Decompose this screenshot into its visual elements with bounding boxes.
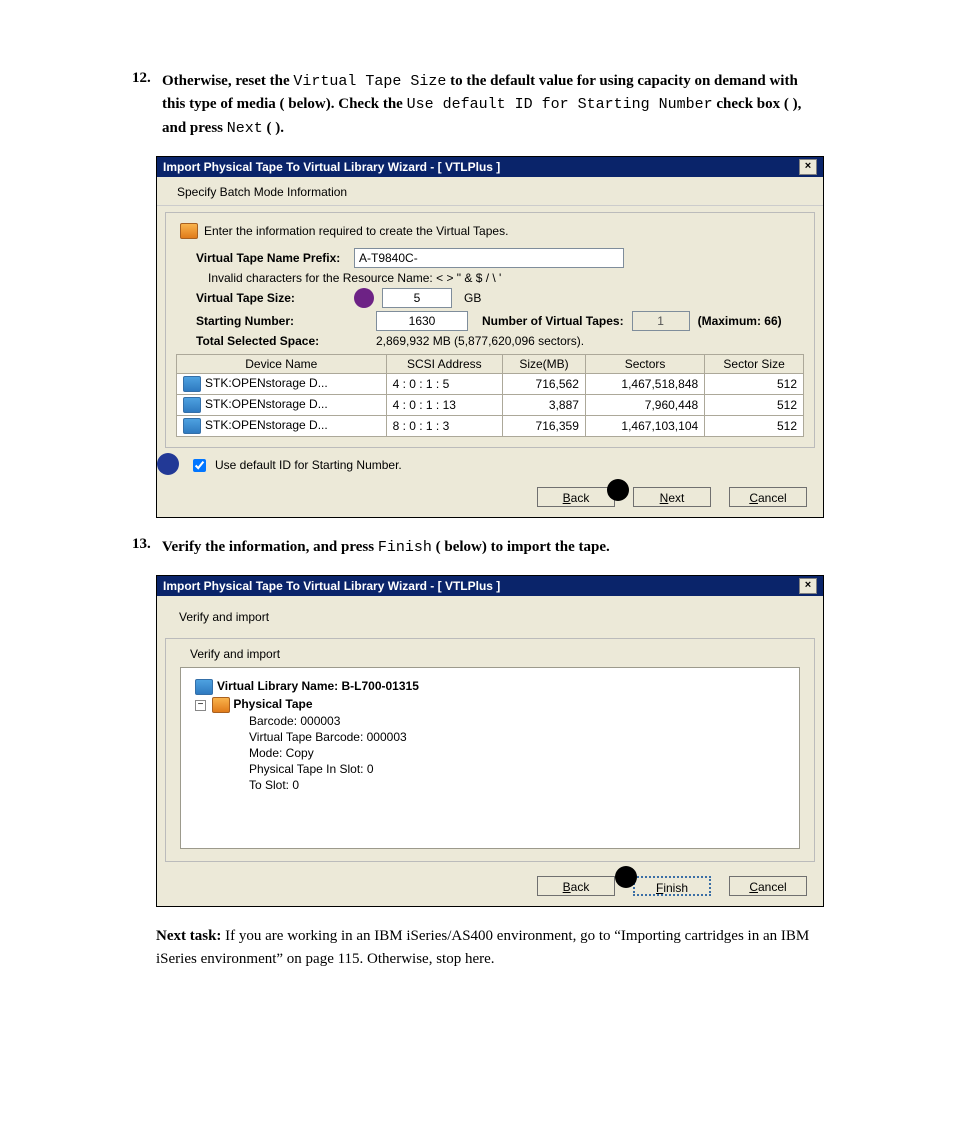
step-13: 13. Verify the information, and press Fi…	[162, 536, 824, 559]
invalid-chars: Invalid characters for the Resource Name…	[208, 271, 786, 285]
tree-item[interactable]: To Slot: 0	[249, 777, 785, 793]
next-button[interactable]: Next	[633, 487, 711, 507]
size-input[interactable]	[382, 288, 452, 308]
table-row[interactable]: STK:OPENstorage D...4 : 0 : 1 : 133,8877…	[177, 394, 804, 415]
numvt-input	[632, 311, 690, 331]
tree[interactable]: Virtual Library Name: B-L700-01315 − Phy…	[180, 667, 800, 849]
prefix-row: Virtual Tape Name Prefix:	[196, 248, 784, 268]
finish-callout-icon	[615, 866, 637, 888]
col-size[interactable]: Size(MB)	[503, 354, 586, 373]
size-row: Virtual Tape Size: GB	[196, 288, 784, 308]
step-12: 12. Otherwise, reset the Virtual Tape Si…	[162, 70, 824, 140]
cancel-button[interactable]: Cancel	[729, 876, 807, 896]
verify-inner-header: Verify and import	[190, 647, 798, 661]
checkbox-row: Use default ID for Starting Number.	[161, 456, 819, 475]
checkbox-label: Use default ID for Starting Number.	[215, 458, 402, 472]
collapse-icon[interactable]: −	[195, 700, 206, 711]
next-task-label: Next task:	[156, 928, 221, 944]
verify-panel: Verify and import Virtual Library Name: …	[165, 638, 815, 862]
col-sector-size[interactable]: Sector Size	[705, 354, 804, 373]
tape-icon	[212, 697, 230, 713]
next-callout-icon	[607, 479, 629, 501]
page-container: 12. Otherwise, reset the Virtual Tape Si…	[0, 0, 954, 972]
tree-item[interactable]: Mode: Copy	[249, 745, 785, 761]
space-value: 2,869,932 MB (5,877,620,096 sectors).	[376, 334, 584, 348]
step-body: Verify the information, and press Finish…	[162, 536, 824, 559]
wizard-dialog-verify: Import Physical Tape To Virtual Library …	[156, 575, 824, 907]
space-label: Total Selected Space:	[196, 334, 346, 348]
drive-icon	[183, 418, 201, 434]
dialog-title: Import Physical Tape To Virtual Library …	[163, 579, 500, 593]
button-row: Back Finish Cancel	[157, 868, 823, 906]
back-button[interactable]: Back	[537, 876, 615, 896]
verify-header: Verify and import	[157, 596, 823, 632]
back-button[interactable]: Back	[537, 487, 615, 507]
col-device[interactable]: Device Name	[177, 354, 387, 373]
tree-item[interactable]: Virtual Tape Barcode: 000003	[249, 729, 785, 745]
prefix-input[interactable]	[354, 248, 624, 268]
start-input[interactable]	[376, 311, 468, 331]
tree-item[interactable]: Physical Tape In Slot: 0	[249, 761, 785, 777]
gb-label: GB	[464, 291, 481, 305]
step-number: 13.	[132, 536, 151, 553]
size-label: Virtual Tape Size:	[196, 291, 346, 305]
dialog-title: Import Physical Tape To Virtual Library …	[163, 160, 500, 174]
col-sectors[interactable]: Sectors	[585, 354, 704, 373]
intro-text: Enter the information required to create…	[204, 224, 508, 238]
tree-pt[interactable]: − Physical Tape Barcode: 000003Virtual T…	[195, 696, 785, 794]
default-id-checkbox[interactable]	[193, 459, 206, 472]
checkbox-callout-icon	[157, 453, 179, 475]
size-callout-icon	[354, 288, 374, 308]
dialog-subtitle: Specify Batch Mode Information	[157, 177, 823, 206]
button-row: Back Next Cancel	[157, 479, 823, 517]
title-bar: Import Physical Tape To Virtual Library …	[157, 157, 823, 177]
start-label: Starting Number:	[196, 314, 346, 328]
next-task: Next task: If you are working in an IBM …	[156, 925, 824, 972]
panel: Enter the information required to create…	[165, 212, 815, 448]
title-bar: Import Physical Tape To Virtual Library …	[157, 576, 823, 596]
intro-row: Enter the information required to create…	[176, 219, 804, 245]
max-label: (Maximum: 66)	[698, 314, 782, 328]
cancel-button[interactable]: Cancel	[729, 487, 807, 507]
library-icon	[195, 679, 213, 695]
next-task-text: If you are working in an IBM iSeries/AS4…	[156, 928, 809, 967]
table-row[interactable]: STK:OPENstorage D...8 : 0 : 1 : 3716,359…	[177, 415, 804, 436]
table-row[interactable]: STK:OPENstorage D...4 : 0 : 1 : 5716,562…	[177, 373, 804, 394]
tree-vl[interactable]: Virtual Library Name: B-L700-01315	[195, 678, 785, 696]
box-icon	[180, 223, 198, 239]
step-body: Otherwise, reset the Virtual Tape Size t…	[162, 70, 824, 140]
wizard-dialog-batch: Import Physical Tape To Virtual Library …	[156, 156, 824, 518]
close-icon[interactable]: ×	[799, 578, 817, 594]
drive-icon	[183, 397, 201, 413]
col-scsi[interactable]: SCSI Address	[386, 354, 503, 373]
prefix-label: Virtual Tape Name Prefix:	[196, 251, 346, 265]
device-table: Device Name SCSI Address Size(MB) Sector…	[176, 354, 804, 437]
finish-button[interactable]: Finish	[633, 876, 711, 896]
space-row: Total Selected Space: 2,869,932 MB (5,87…	[196, 334, 784, 348]
numvt-label: Number of Virtual Tapes:	[482, 314, 624, 328]
drive-icon	[183, 376, 201, 392]
tree-item[interactable]: Barcode: 000003	[249, 713, 785, 729]
start-row: Starting Number: Number of Virtual Tapes…	[196, 311, 784, 331]
close-icon[interactable]: ×	[799, 159, 817, 175]
step-number: 12.	[132, 70, 151, 87]
